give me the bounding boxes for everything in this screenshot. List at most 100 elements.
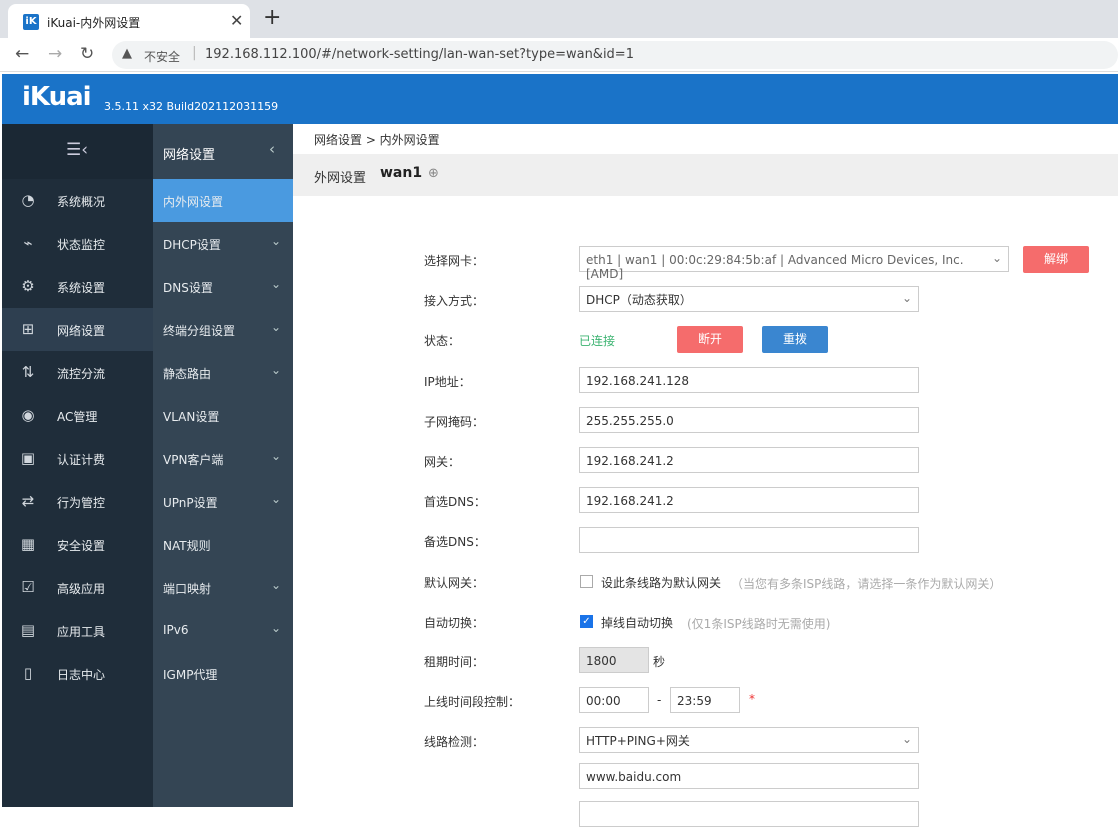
line-check-extra-input[interactable] bbox=[579, 801, 919, 827]
subnav-item-label: VPN客户端 bbox=[163, 453, 224, 467]
nic-select[interactable]: eth1 | wan1 | 00:0c:29:84:5b:af | Advanc… bbox=[579, 246, 1009, 281]
sidebar-item-label: 安全设置 bbox=[57, 539, 106, 553]
sidebar-item-system[interactable]: ⚙ 系统设置 bbox=[2, 265, 153, 308]
default-gateway-checkbox-label[interactable]: 设此条线路为默认网关 bbox=[601, 574, 721, 591]
subnav-item-terminal-group[interactable]: 终端分组设置 ⌄ bbox=[153, 308, 293, 351]
line-check-row: 线路检测： HTTP+PING+网关 ⌄ bbox=[293, 727, 1118, 755]
url-separator: | bbox=[192, 45, 197, 61]
subnav-item-upnp[interactable]: UPnP设置 ⌄ bbox=[153, 480, 293, 523]
insecure-label[interactable]: 不安全 bbox=[144, 48, 180, 65]
chevron-down-icon: ⌄ bbox=[271, 492, 282, 506]
default-gateway-checkbox[interactable] bbox=[580, 575, 593, 588]
sub-navigation: 网络设置 ‹ 内外网设置 DHCP设置 ⌄ DNS设置 ⌄ 终端分组设置 ⌄ 静态路由… bbox=[153, 124, 293, 807]
breadcrumb: 网络设置 > 内外网设置 bbox=[314, 133, 440, 147]
access-select[interactable]: DHCP（动态获取） ⌄ bbox=[579, 286, 919, 312]
auto-switch-checkbox-label[interactable]: 掉线自动切换 bbox=[601, 614, 673, 631]
sidebar-item-behavior[interactable]: ⇄ 行为管控 bbox=[2, 480, 153, 523]
sidebar-item-logs[interactable]: ▯ 日志中心 bbox=[2, 652, 153, 695]
sidebar-item-ac[interactable]: ◉ AC管理 bbox=[2, 394, 153, 437]
new-tab-icon[interactable]: + bbox=[263, 5, 281, 30]
sidebar-item-label: AC管理 bbox=[57, 410, 98, 424]
sidebar-item-monitor[interactable]: ⌁ 状态监控 bbox=[2, 222, 153, 265]
dns2-row: 备选DNS： bbox=[293, 527, 1118, 555]
sidebar-item-flow[interactable]: ⇅ 流控分流 bbox=[2, 351, 153, 394]
close-tab-icon[interactable]: ✕ bbox=[230, 11, 243, 30]
subnav-item-igmp[interactable]: IGMP代理 bbox=[153, 652, 293, 695]
subnav-item-label: 内外网设置 bbox=[163, 195, 224, 209]
line-check-url-row: www.baidu.com bbox=[293, 763, 1118, 791]
lease-label: 租期时间： bbox=[424, 655, 485, 669]
line-check-select[interactable]: HTTP+PING+网关 ⌄ bbox=[579, 727, 919, 753]
ikuai-logo: iKuai bbox=[22, 82, 92, 112]
browser-tab[interactable]: iK iKuai-内外网设置 ✕ bbox=[8, 4, 250, 38]
ip-input[interactable]: 192.168.241.128 bbox=[579, 367, 919, 393]
unbind-button[interactable]: 解绑 bbox=[1023, 246, 1089, 273]
auto-switch-row: 自动切换： ✓ 掉线自动切换 (仅1条ISP线路时无需使用) bbox=[293, 608, 1118, 636]
sidebar-item-overview[interactable]: ◔ 系统概况 bbox=[2, 179, 153, 222]
redial-button[interactable]: 重拨 bbox=[762, 326, 828, 353]
sidebar-item-label: 网络设置 bbox=[57, 324, 106, 338]
sidebar-item-label: 系统概况 bbox=[57, 195, 106, 209]
disconnect-button[interactable]: 断开 bbox=[677, 326, 743, 353]
subnav-item-nat[interactable]: NAT规则 bbox=[153, 523, 293, 566]
online-from-input[interactable]: 00:00 bbox=[579, 687, 649, 713]
add-icon[interactable]: ⊕ bbox=[428, 166, 439, 181]
line-check-label: 线路检测： bbox=[424, 735, 485, 749]
subnav-item-ipv6[interactable]: IPv6 ⌄ bbox=[153, 609, 293, 652]
collapse-arrow-icon[interactable]: ‹ bbox=[269, 140, 275, 158]
dns1-input[interactable]: 192.168.241.2 bbox=[579, 487, 919, 513]
dns2-input[interactable] bbox=[579, 527, 919, 553]
default-gateway-hint: （当您有多条ISP线路，请选择一条作为默认网关） bbox=[731, 577, 1002, 591]
sidebar-item-label: 高级应用 bbox=[57, 582, 106, 596]
sidebar-item-network[interactable]: ⊞ 网络设置 bbox=[2, 308, 153, 351]
status-row: 状态： 已连接 断开 重拨 bbox=[293, 326, 1118, 354]
browser-tab-bar: iK iKuai-内外网设置 ✕ + bbox=[0, 0, 1118, 38]
subnav-item-vpn-client[interactable]: VPN客户端 ⌄ bbox=[153, 437, 293, 480]
sidebar-item-security[interactable]: ▦ 安全设置 bbox=[2, 523, 153, 566]
subnav-item-port-mapping[interactable]: 端口映射 ⌄ bbox=[153, 566, 293, 609]
auto-switch-hint: (仅1条ISP线路时无需使用) bbox=[687, 617, 831, 631]
reload-icon[interactable]: ↻ bbox=[80, 44, 94, 64]
subnav-item-lan-wan[interactable]: 内外网设置 bbox=[153, 179, 293, 222]
default-gateway-row: 默认网关： 设此条线路为默认网关 （当您有多条ISP线路，请选择一条作为默认网关… bbox=[293, 568, 1118, 596]
online-to-input[interactable]: 23:59 bbox=[670, 687, 740, 713]
sidebar-item-advanced[interactable]: ☑ 高级应用 bbox=[2, 566, 153, 609]
section-title-bar: 外网设置 wan1 ⊕ bbox=[293, 154, 1118, 196]
dashboard-icon: ◔ bbox=[21, 191, 35, 209]
menu-collapse-icon[interactable]: ☰‹ bbox=[66, 140, 88, 160]
forward-icon[interactable]: → bbox=[48, 44, 62, 64]
chevron-down-icon: ⌄ bbox=[271, 277, 282, 291]
line-check-url-input[interactable]: www.baidu.com bbox=[579, 763, 919, 789]
sidebar-item-tools[interactable]: ▤ 应用工具 bbox=[2, 609, 153, 652]
url-field[interactable]: ▲ 不安全 | 192.168.112.100/#/network-settin… bbox=[112, 41, 1118, 69]
gateway-input[interactable]: 192.168.241.2 bbox=[579, 447, 919, 473]
subnav-item-label: DNS设置 bbox=[163, 281, 213, 295]
id-card-icon: ▣ bbox=[20, 449, 36, 467]
default-gateway-label: 默认网关： bbox=[424, 576, 485, 590]
chevron-down-icon: ⌄ bbox=[271, 234, 282, 248]
wifi-icon: ◉ bbox=[21, 406, 35, 424]
auto-switch-checkbox[interactable]: ✓ bbox=[580, 615, 593, 628]
subnav-item-label: IGMP代理 bbox=[163, 668, 218, 682]
ip-row: IP地址： 192.168.241.128 bbox=[293, 367, 1118, 395]
subnav-item-dns[interactable]: DNS设置 ⌄ bbox=[153, 265, 293, 308]
sidebar-item-label: 流控分流 bbox=[57, 367, 106, 381]
lease-input: 1800 bbox=[579, 647, 649, 673]
gateway-label: 网关： bbox=[424, 455, 461, 469]
online-time-label: 上线时间段控制： bbox=[424, 695, 521, 709]
subnav-item-label: IPv6 bbox=[163, 623, 189, 637]
url-text[interactable]: 192.168.112.100/#/network-setting/lan-wa… bbox=[205, 47, 634, 62]
subnav-item-static-route[interactable]: 静态路由 ⌄ bbox=[153, 351, 293, 394]
menu-toggle-button[interactable]: ☰‹ bbox=[2, 124, 153, 179]
back-icon[interactable]: ← bbox=[15, 44, 29, 64]
subnav-item-vlan[interactable]: VLAN设置 bbox=[153, 394, 293, 437]
warning-icon[interactable]: ▲ bbox=[122, 46, 132, 61]
sidebar-item-label: 行为管控 bbox=[57, 496, 106, 510]
chevron-down-icon: ⌄ bbox=[271, 363, 282, 377]
mask-input[interactable]: 255.255.255.0 bbox=[579, 407, 919, 433]
address-bar: ← → ↻ ▲ 不安全 | 192.168.112.100/#/network-… bbox=[0, 38, 1118, 72]
sidebar-item-auth[interactable]: ▣ 认证计费 bbox=[2, 437, 153, 480]
status-label: 状态： bbox=[424, 334, 461, 348]
network-icon: ⊞ bbox=[21, 320, 35, 338]
subnav-item-dhcp[interactable]: DHCP设置 ⌄ bbox=[153, 222, 293, 265]
